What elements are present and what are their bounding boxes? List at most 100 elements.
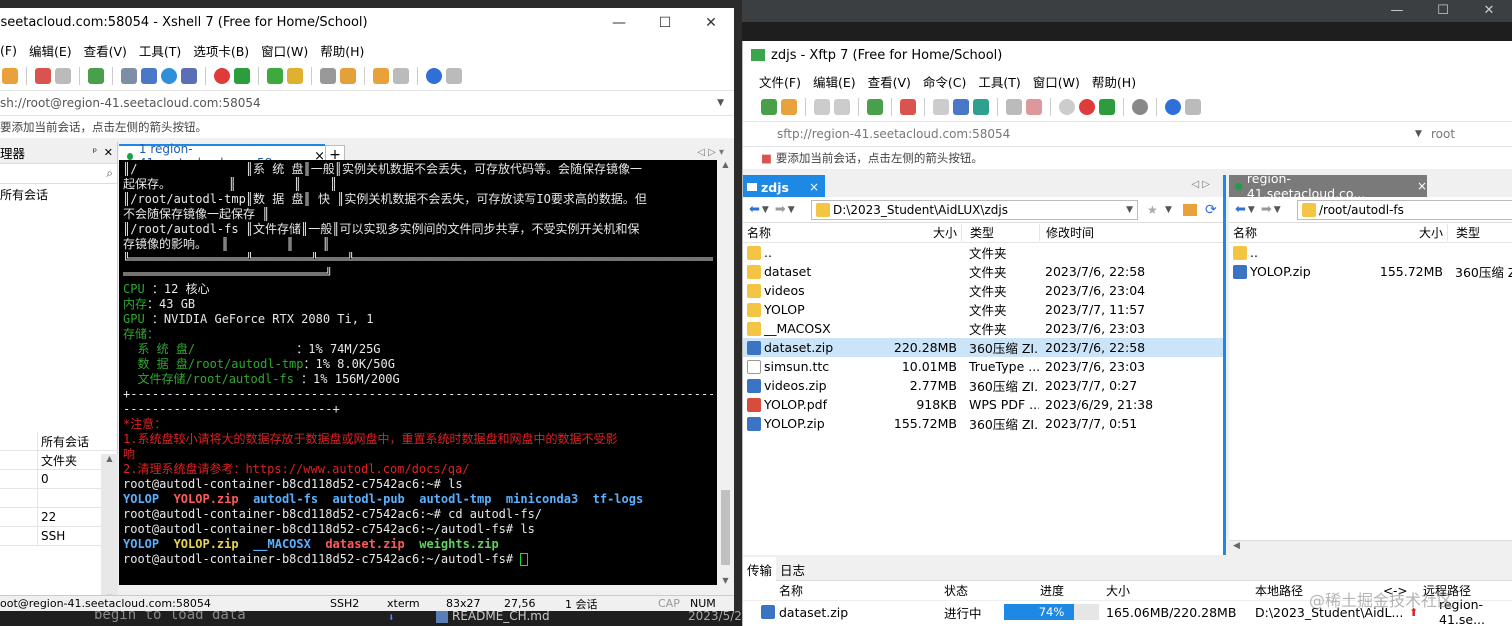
xftp-menu-edit[interactable]: 编辑(E): [807, 72, 862, 91]
menu-window[interactable]: 窗口(W): [255, 41, 314, 60]
new-session-icon[interactable]: [88, 68, 104, 84]
connect-icon[interactable]: [814, 99, 830, 115]
tab-nav-arrows[interactable]: ◁ ▷ ▾: [697, 147, 724, 158]
star-dropdown-icon[interactable]: ▼: [1165, 205, 1172, 215]
col-size[interactable]: 大小: [891, 224, 961, 241]
close-button[interactable]: ✕: [688, 8, 734, 38]
xftp-menu-tools[interactable]: 工具(T): [972, 72, 1026, 91]
local-file-row[interactable]: dataset.zip 220.28MB 360压缩 ZI... 2023/7/6, …: [743, 338, 1226, 357]
chat-icon[interactable]: [446, 68, 462, 84]
local-file-row[interactable]: simsun.ttc 10.01MB TrueType ... 2023/7/6, 2…: [743, 357, 1226, 376]
col-size[interactable]: 大小: [1377, 224, 1447, 241]
local-file-row[interactable]: YOLOP 文件夹 2023/7/7, 11:57: [743, 300, 1226, 319]
bg-minimize-icon[interactable]: —: [1374, 0, 1420, 22]
address-dropdown-icon[interactable]: ▼: [1415, 129, 1422, 139]
fullscreen-icon[interactable]: [267, 68, 283, 84]
lock-icon[interactable]: [287, 68, 303, 84]
remote-hscrollbar[interactable]: ◀: [1229, 540, 1512, 556]
remote-file-row[interactable]: YOLOP.zip 155.72MB 360压缩 ZI: [1229, 262, 1512, 281]
find-icon[interactable]: [121, 68, 137, 84]
tab-close-icon[interactable]: ×: [809, 180, 819, 194]
xshell-green-icon[interactable]: [1099, 99, 1115, 115]
tab-log[interactable]: 日志: [776, 557, 809, 582]
open-folder-icon[interactable]: [781, 99, 797, 115]
tcol-status[interactable]: 状态: [944, 582, 968, 599]
xshell-red-icon[interactable]: [1079, 99, 1095, 115]
forward-dropdown-icon[interactable]: ▼: [1274, 205, 1281, 215]
layout-icon[interactable]: [141, 68, 157, 84]
menu-help[interactable]: 帮助(H): [314, 41, 370, 60]
menu-edit[interactable]: 编辑(E): [23, 41, 78, 60]
download-icon[interactable]: [933, 99, 949, 115]
tab-close-icon[interactable]: ×: [1417, 179, 1427, 193]
col-type[interactable]: 类型: [1447, 224, 1512, 241]
scroll-up-icon[interactable]: ▲: [101, 454, 118, 463]
new-tab-icon[interactable]: [867, 99, 883, 115]
bg-close-icon[interactable]: ✕: [1466, 0, 1512, 22]
terminal-output[interactable]: ║/ ║系 统 盘║一般║实例关机数据不会丢失，可存放代码等。会随保存镜像一 起保…: [119, 160, 717, 585]
session-tree-item[interactable]: 所有会话: [0, 184, 117, 204]
new-session-icon[interactable]: [761, 99, 777, 115]
keyboard-icon[interactable]: [320, 68, 336, 84]
panel-close-icon[interactable]: ✕: [104, 146, 113, 159]
col-name[interactable]: 名称: [743, 224, 891, 241]
help-icon[interactable]: [426, 68, 442, 84]
xshell-address-input[interactable]: sh://root@region-41.seetacloud.com:58054: [0, 96, 261, 110]
tcol-local-path[interactable]: 本地路径: [1255, 582, 1303, 599]
paste-icon[interactable]: [1026, 99, 1042, 115]
remote-file-row[interactable]: ..: [1229, 243, 1512, 262]
tab-transfer[interactable]: 传输: [743, 557, 777, 582]
session-search-input[interactable]: ⌕: [0, 164, 117, 184]
compose-icon[interactable]: [373, 68, 389, 84]
tcol-name[interactable]: 名称: [779, 582, 803, 599]
bg-maximize-icon[interactable]: ☐: [1420, 0, 1466, 22]
local-file-row[interactable]: .. 文件夹: [743, 243, 1226, 262]
xftp-user-input[interactable]: root: [1431, 127, 1455, 141]
xftp-menu-file[interactable]: 文件(F): [753, 72, 807, 91]
tab-remote-session[interactable]: region-41.seetacloud.co... ×: [1229, 171, 1427, 201]
font-icon[interactable]: [181, 68, 197, 84]
col-type[interactable]: 类型: [961, 224, 1039, 241]
tab-nav-arrows[interactable]: ◁ ▷: [1191, 179, 1210, 190]
path-dropdown-icon[interactable]: ▼: [1126, 205, 1133, 215]
properties-scrollbar[interactable]: ▲ ▼: [101, 454, 118, 602]
scrollbar-thumb[interactable]: [721, 490, 730, 565]
menu-tabs[interactable]: 选项卡(B): [187, 41, 255, 60]
taskbar-file-name[interactable]: README_CH.md: [452, 609, 550, 623]
highlight-icon[interactable]: [340, 68, 356, 84]
disconnect-icon[interactable]: [834, 99, 850, 115]
tcol-size[interactable]: 大小: [1106, 582, 1130, 599]
local-path-input[interactable]: D:\2023_Student\AidLUX\zdjs ▼: [811, 200, 1138, 220]
back-icon[interactable]: ⬅: [749, 202, 760, 217]
help-icon[interactable]: [1165, 99, 1181, 115]
chat-icon[interactable]: [1185, 99, 1201, 115]
xftp-menu-view[interactable]: 查看(V): [862, 72, 917, 91]
upload-icon[interactable]: [953, 99, 969, 115]
back-dropdown-icon[interactable]: ▼: [762, 205, 769, 215]
col-modified[interactable]: 修改时间: [1039, 224, 1189, 241]
layout-grid-icon[interactable]: [393, 68, 409, 84]
stop-icon[interactable]: [1059, 99, 1075, 115]
pin-icon[interactable]: ᵖ: [93, 147, 97, 158]
xftp-address-input[interactable]: sftp://region-41.seetacloud.com:58054: [743, 127, 1010, 141]
menu-view[interactable]: 查看(V): [78, 41, 133, 60]
local-file-row[interactable]: __MACOSX 文件夹 2023/7/6, 23:03: [743, 319, 1226, 338]
scroll-down-icon[interactable]: ▼: [717, 576, 734, 585]
local-file-row[interactable]: YOLOP.zip 155.72MB 360压缩 ZI... 2023/7/7, 0:…: [743, 414, 1226, 433]
xftp-menu-help[interactable]: 帮助(H): [1086, 72, 1142, 91]
home-folder-icon[interactable]: [1183, 203, 1197, 216]
disconnect-icon[interactable]: [55, 68, 71, 84]
tab-local-zdjs[interactable]: zdjs ×: [743, 175, 825, 197]
scroll-up-icon[interactable]: ▲: [717, 160, 734, 169]
xftp-menu-command[interactable]: 命令(C): [917, 72, 972, 91]
xftp-menu-window[interactable]: 窗口(W): [1027, 72, 1086, 91]
maximize-button[interactable]: ☐: [642, 8, 688, 38]
tcol-progress[interactable]: 进度: [1040, 582, 1064, 599]
local-file-row[interactable]: dataset 文件夹 2023/7/6, 22:58: [743, 262, 1226, 281]
local-file-row[interactable]: videos.zip 2.77MB 360压缩 ZI... 2023/7/7, 0:2…: [743, 376, 1226, 395]
remote-path-input[interactable]: /root/autodl-fs: [1297, 200, 1512, 220]
local-file-row[interactable]: videos 文件夹 2023/7/6, 23:04: [743, 281, 1226, 300]
col-name[interactable]: 名称: [1229, 224, 1377, 241]
forward-dropdown-icon[interactable]: ▼: [788, 205, 795, 215]
forward-icon[interactable]: ➡: [775, 202, 786, 217]
